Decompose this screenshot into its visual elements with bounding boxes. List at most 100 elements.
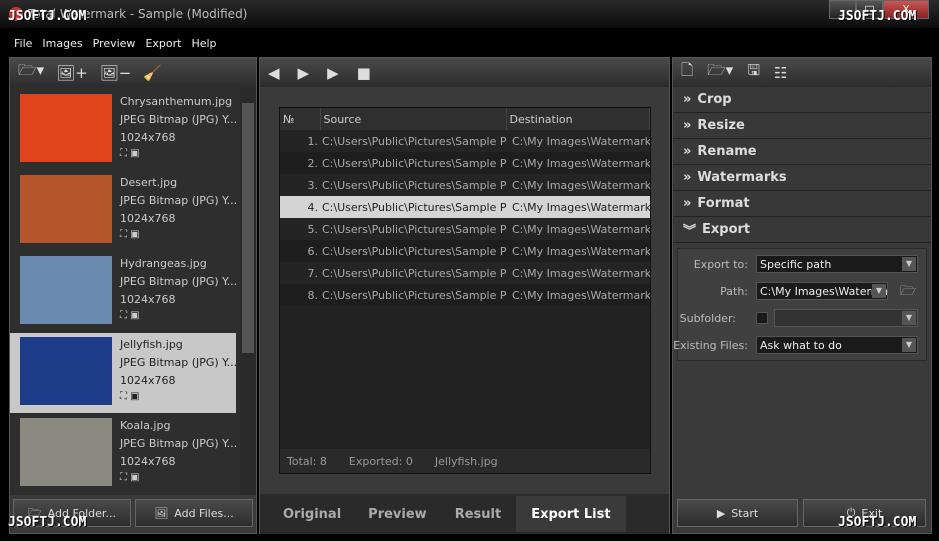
menu-bar: File Images Preview Export Help [8, 30, 217, 56]
existing-files-select[interactable]: Ask what to do ▼ [756, 336, 918, 354]
table-row[interactable]: 8. C:\Users\Public\Pictures\Sample Pict … [280, 284, 650, 306]
play-icon: ▶ [716, 506, 726, 520]
destination-path: C:\My Images\Watermarke [506, 262, 650, 284]
source-path: C:\Users\Public\Pictures\Sample Pict [322, 134, 506, 148]
section-export[interactable]: ︾ Export [673, 217, 931, 243]
existing-files-label: Existing Files: [673, 339, 748, 352]
row-number: 5. [280, 218, 320, 240]
chevron-down-icon: ▼ [902, 257, 916, 271]
image-action-icons[interactable]: ⛶ ▣ [120, 229, 140, 240]
browse-folder-icon[interactable]: 🗁 [900, 282, 916, 304]
chevron-right-icon: » [683, 196, 692, 211]
subfolder-select[interactable]: ▼ [774, 309, 918, 327]
image-list-item[interactable]: Koala.jpg JPEG Bitmap (JPG) Y... 1024x76… [10, 414, 238, 494]
tab-export-list[interactable]: Export List [516, 496, 626, 532]
image-name: Chrysanthemum.jpg [120, 95, 233, 108]
menu-images[interactable]: Images [42, 37, 82, 50]
source-path: C:\Users\Public\Pictures\Sample Pict [322, 222, 506, 236]
status-bar: Total: 8 Exported: 0 Jellyfish.jpg [280, 449, 650, 473]
start-button[interactable]: ▶ Start [677, 499, 798, 527]
exported-count: Exported: 0 [348, 454, 413, 468]
image-list-item[interactable]: Chrysanthemum.jpg JPEG Bitmap (JPG) Y...… [10, 90, 238, 170]
scrollbar[interactable] [240, 87, 256, 495]
watermark-text: JSOFTJ.COM [8, 515, 87, 530]
column-destination[interactable]: Destination [506, 108, 650, 130]
table-row[interactable]: 2. C:\Users\Public\Pictures\Sample Pict … [280, 152, 650, 174]
play-icon[interactable]: ▶ [327, 64, 339, 82]
image-action-icons[interactable]: ⛶ ▣ [120, 148, 140, 159]
export-settings: Export to: Specific path ▼ Path: C:\My Im… [673, 248, 927, 361]
image-list-item[interactable]: Hydrangeas.jpg JPEG Bitmap (JPG) Y... 10… [10, 252, 237, 332]
add-image-icon[interactable]: 🖼+ [56, 64, 88, 82]
column-source[interactable]: Source [320, 108, 507, 130]
next-icon[interactable]: ▶ [298, 64, 310, 82]
row-number: 3. [280, 174, 320, 196]
stop-icon[interactable]: ■ [357, 64, 371, 82]
section-resize[interactable]: » Resize [673, 113, 931, 139]
image-size: 1024x768 [120, 455, 176, 468]
table-row[interactable]: 5. C:\Users\Public\Pictures\Sample Pict … [280, 218, 650, 240]
source-path: C:\Users\Public\Pictures\Sample Pict [322, 178, 506, 192]
image-size: 1024x768 [120, 374, 176, 387]
images-panel: 🗁▾ 🖼+ 🖼− 🧹 Chrysanthemum.jpg JPEG Bitmap… [9, 57, 257, 534]
menu-file[interactable]: File [14, 37, 32, 50]
new-icon[interactable]: 🗋 [681, 60, 693, 85]
section-crop[interactable]: » Crop [673, 87, 931, 113]
row-number: 2. [280, 152, 320, 174]
image-list-item[interactable]: Desert.jpg JPEG Bitmap (JPG) Y... 1024x7… [10, 171, 238, 251]
export-to-select[interactable]: Specific path ▼ [756, 255, 918, 273]
image-type: JPEG Bitmap (JPG) Y... [120, 437, 238, 450]
settings-panel: 🗋 🗁▾ 🖫 ☷ » Crop» Resize» Rename» Watermarks»… [672, 57, 932, 534]
source-path: C:\Users\Public\Pictures\Sample Pict [322, 244, 506, 258]
row-number: 1. [280, 130, 320, 152]
subfolder-checkbox[interactable] [756, 312, 768, 324]
open-icon[interactable]: 🗁▾ [707, 60, 733, 85]
add-files-button[interactable]: 🖼 Add Files... [135, 499, 253, 527]
broom-icon[interactable]: 🧹 [143, 64, 162, 82]
image-action-icons[interactable]: ⛶ ▣ [120, 391, 140, 402]
thumbnail [20, 256, 112, 324]
destination-path: C:\My Images\Watermarke [506, 174, 650, 196]
row-number: 7. [280, 262, 320, 284]
column-number[interactable]: № [280, 108, 321, 130]
image-action-icons[interactable]: ⛶ ▣ [120, 310, 140, 321]
remove-image-icon[interactable]: 🖼− [100, 64, 132, 82]
previous-icon[interactable]: ◀ [268, 64, 280, 82]
table-row[interactable]: 1. C:\Users\Public\Pictures\Sample Pict … [280, 130, 650, 152]
tab-original[interactable]: Original [283, 507, 341, 522]
tab-preview[interactable]: Preview [368, 507, 427, 522]
save-icon[interactable]: 🖫 [747, 60, 760, 85]
image-list-item[interactable]: Jellyfish.jpg JPEG Bitmap (JPG) Y... 102… [10, 333, 238, 413]
section-format[interactable]: » Format [673, 191, 931, 217]
chevron-down-icon: ▼ [902, 338, 916, 352]
chevron-down-icon: ︾ [683, 224, 697, 239]
add-folder-icon[interactable]: 🗁▾ [18, 60, 44, 85]
menu-preview[interactable]: Preview [93, 37, 136, 50]
image-type: JPEG Bitmap (JPG) Y... [120, 356, 238, 369]
watermark-text: JSOFTJ.COM [838, 9, 917, 24]
destination-path: C:\My Images\Watermarke [506, 130, 650, 152]
table-row[interactable]: 6. C:\Users\Public\Pictures\Sample Pict … [280, 240, 650, 262]
tab-result[interactable]: Result [455, 507, 502, 522]
image-size: 1024x768 [120, 293, 176, 306]
export-list-panel: ◀ ▶ ▶ ■ № Source Destination 1. C:\Users… [259, 57, 670, 534]
total-count: Total: 8 [287, 454, 327, 468]
image-type: JPEG Bitmap (JPG) Y... [120, 113, 238, 126]
table-row[interactable]: 7. C:\Users\Public\Pictures\Sample Pict … [280, 262, 650, 284]
table-row[interactable]: 4. C:\Users\Public\Pictures\Sample Pict … [280, 196, 650, 218]
menu-export[interactable]: Export [145, 37, 181, 50]
settings-sliders-icon[interactable]: ☷ [774, 64, 787, 82]
destination-path: C:\My Images\Watermarke [506, 284, 650, 306]
image-action-icons[interactable]: ⛶ ▣ [120, 472, 140, 483]
path-select[interactable]: C:\My Images\Waterma ▼ [756, 282, 888, 300]
menu-help[interactable]: Help [191, 37, 216, 50]
section-watermarks[interactable]: » Watermarks [673, 165, 931, 191]
image-name: Jellyfish.jpg [120, 338, 183, 351]
path-label: Path: [720, 285, 748, 298]
section-rename[interactable]: » Rename [673, 139, 931, 165]
source-path: C:\Users\Public\Pictures\Sample Pict [322, 288, 506, 302]
image-type: JPEG Bitmap (JPG) Y... [120, 194, 238, 207]
thumbnail [20, 337, 112, 405]
table-row[interactable]: 3. C:\Users\Public\Pictures\Sample Pict … [280, 174, 650, 196]
watermark-text: JSOFTJ.COM [8, 9, 87, 24]
